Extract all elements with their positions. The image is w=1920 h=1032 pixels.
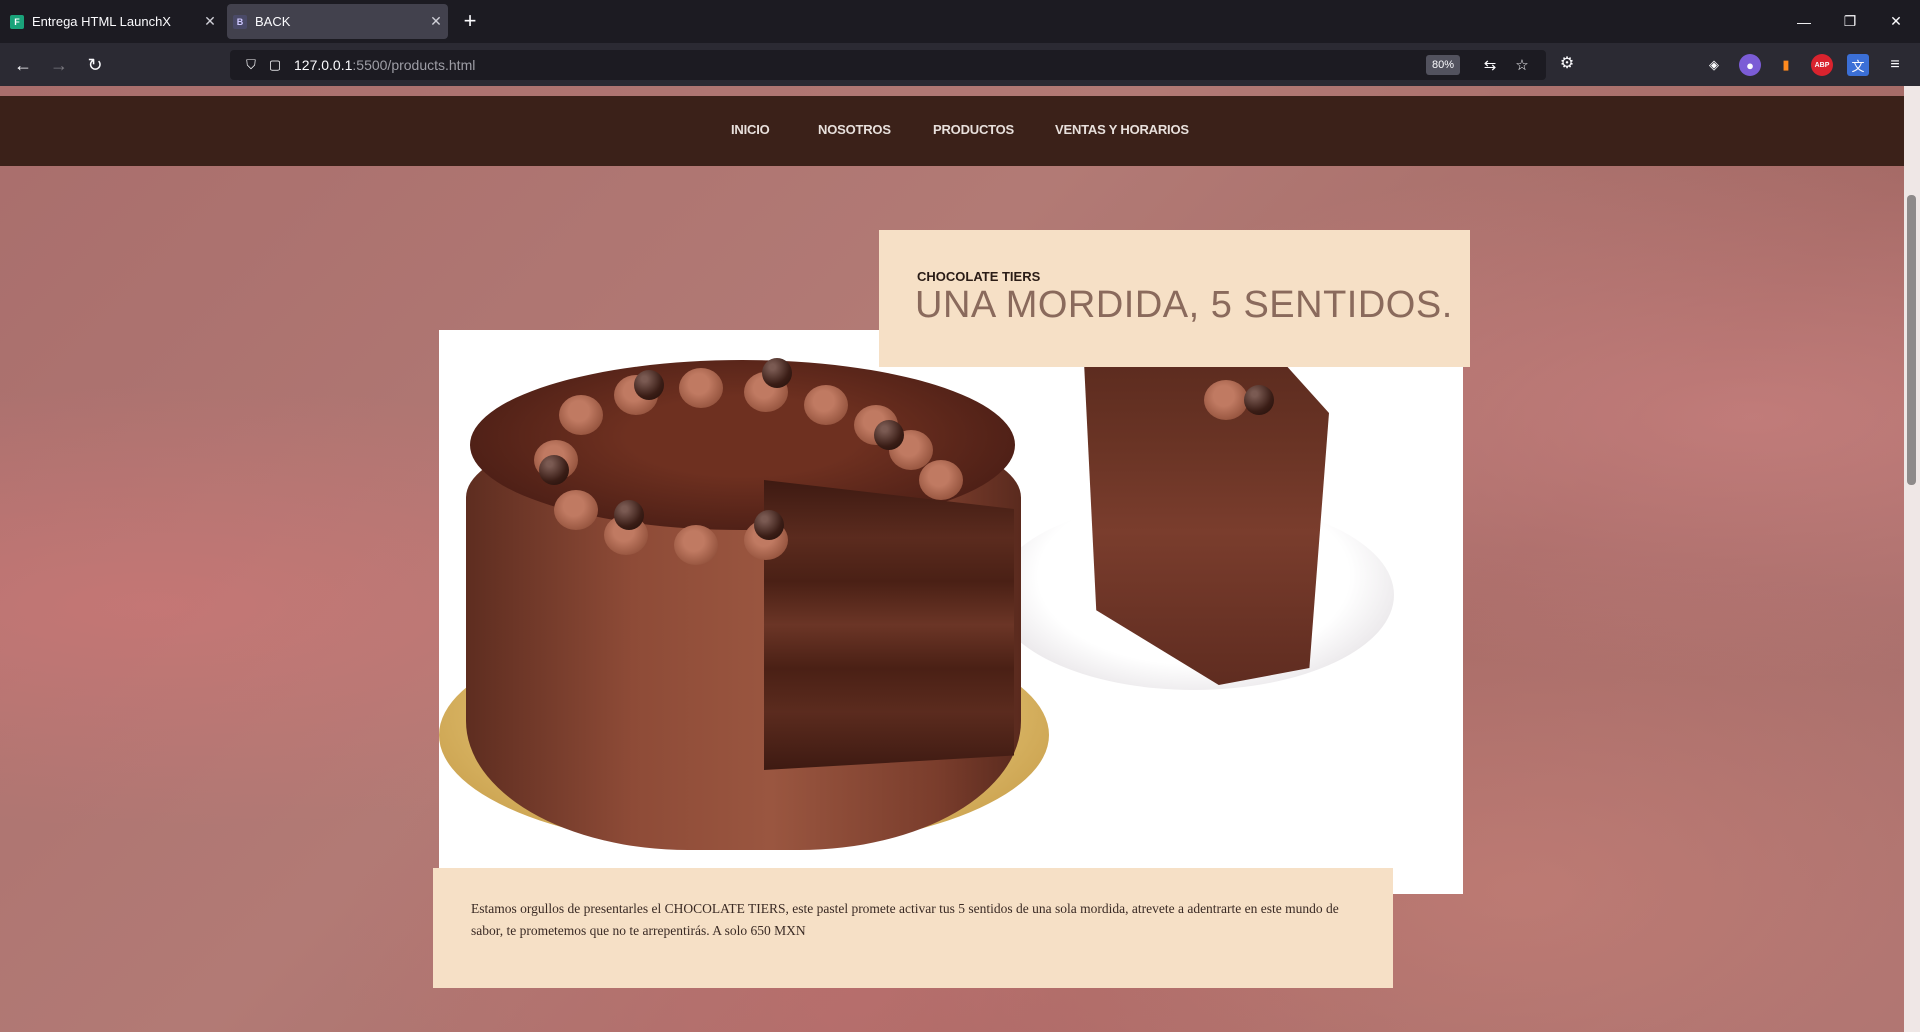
page-icon[interactable]: ▢ xyxy=(266,56,284,74)
product-description: Estamos orgullos de presentarles el CHOC… xyxy=(471,901,1339,938)
tab-favicon-icon: F xyxy=(10,14,24,29)
translate-extension-icon[interactable]: 文 xyxy=(1847,54,1869,76)
url-text[interactable]: 127.0.0.1:5500/products.html xyxy=(294,57,475,73)
tab-bar: F Entrega HTML LaunchX ✕ B BACK ✕ + — ❐ … xyxy=(0,0,1920,43)
navigation-toolbar: ← → ↻ ⛉ ▢ 127.0.0.1:5500/products.html 8… xyxy=(0,43,1920,86)
extension-icon[interactable]: ● xyxy=(1739,54,1761,76)
back-icon[interactable]: ← xyxy=(9,51,37,79)
forward-icon[interactable]: → xyxy=(45,51,73,79)
product-title-card: CHOCOLATE TIERS UNA MORDIDA, 5 SENTIDOS. xyxy=(879,230,1470,367)
close-tab-icon[interactable]: ✕ xyxy=(198,13,222,30)
new-tab-icon[interactable]: + xyxy=(458,9,482,33)
product-kicker: CHOCOLATE TIERS xyxy=(917,269,1041,284)
zoom-indicator[interactable]: 80% xyxy=(1425,55,1460,75)
url-bar[interactable]: ⛉ ▢ 127.0.0.1:5500/products.html 80% ⇆ ☆ xyxy=(230,50,1546,80)
nav-inicio[interactable]: INICIO xyxy=(731,122,770,137)
reload-icon[interactable]: ↻ xyxy=(81,51,109,79)
tab-entrega[interactable]: F Entrega HTML LaunchX ✕ xyxy=(4,4,222,39)
tab-back[interactable]: B BACK ✕ xyxy=(227,4,448,39)
settings-gear-icon[interactable]: ⚙ xyxy=(1556,52,1578,74)
shield-icon[interactable]: ⛉ xyxy=(242,56,260,74)
minimize-icon[interactable]: — xyxy=(1781,0,1827,43)
pocket-icon[interactable]: ◈ xyxy=(1703,54,1725,76)
tab-favicon-icon: B xyxy=(233,14,247,29)
tab-title: Entrega HTML LaunchX xyxy=(32,14,171,29)
adblock-icon[interactable]: ABP xyxy=(1811,54,1833,76)
tab-title: BACK xyxy=(255,14,291,29)
translate-icon[interactable]: ⇆ xyxy=(1480,55,1500,75)
page-viewport: INICIO NOSOTROS PRODUCTOS VENTAS Y HORAR… xyxy=(0,86,1904,1032)
bookmark-star-icon[interactable]: ☆ xyxy=(1512,55,1532,75)
product-headline: UNA MORDIDA, 5 SENTIDOS. xyxy=(915,284,1453,326)
nav-nosotros[interactable]: NOSOTROS xyxy=(818,122,891,137)
restore-icon[interactable]: ❐ xyxy=(1827,0,1873,43)
scrollbar-thumb[interactable] xyxy=(1907,195,1916,485)
menu-icon[interactable]: ≡ xyxy=(1884,54,1906,76)
window-close-icon[interactable]: ✕ xyxy=(1873,0,1919,43)
product-description-card: Estamos orgullos de presentarles el CHOC… xyxy=(433,868,1393,988)
extension-shield-icon[interactable]: ▮ xyxy=(1775,54,1797,76)
nav-productos[interactable]: PRODUCTOS xyxy=(933,122,1014,137)
nav-ventas-horarios[interactable]: VENTAS Y HORARIOS xyxy=(1055,122,1189,137)
site-navigation: INICIO NOSOTROS PRODUCTOS VENTAS Y HORAR… xyxy=(0,96,1904,166)
close-tab-icon[interactable]: ✕ xyxy=(424,13,448,30)
